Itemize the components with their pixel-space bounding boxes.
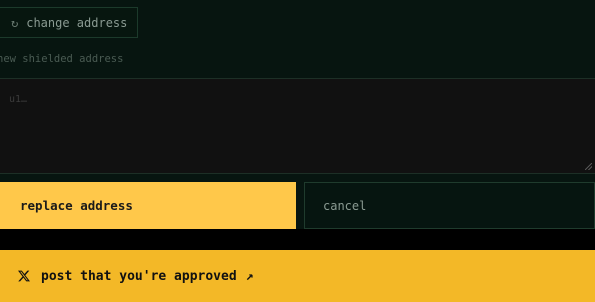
cancel-button[interactable]: cancel [304,182,595,229]
post-approved-button[interactable]: post that you're approved ↗ [0,250,595,302]
external-arrow-icon: ↗ [245,268,254,284]
new-address-label: new shielded address [0,53,124,65]
x-logo-icon [18,270,30,282]
address-textarea-wrapper [0,78,595,174]
refresh-icon: ↻ [11,15,19,30]
change-address-button[interactable]: ↻ change address [0,7,138,38]
post-approved-label: post that you're approved [41,268,237,284]
change-address-panel: ↻ change address new shielded address re… [0,0,595,229]
change-address-label: change address [26,15,128,30]
replace-address-label: replace address [20,198,133,213]
replace-address-button[interactable]: replace address [0,182,296,229]
cancel-label: cancel [323,198,367,213]
resize-handle[interactable] [585,163,592,170]
new-address-input[interactable] [0,79,595,173]
